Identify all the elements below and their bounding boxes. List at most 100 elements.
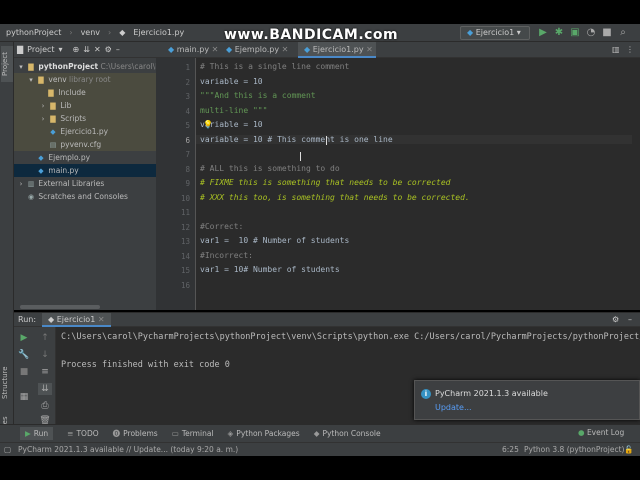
line-number: 6 xyxy=(185,135,190,145)
run-panel-label: Run: xyxy=(18,315,37,324)
run-icon: ▶ xyxy=(25,429,31,438)
run-icon[interactable]: ▶ xyxy=(537,27,549,39)
tool-tab-terminal[interactable]: ▭ Terminal xyxy=(172,429,214,438)
close-icon[interactable]: ✕ xyxy=(366,45,373,54)
rerun-icon[interactable]: ▶ xyxy=(17,332,31,344)
code-line: var1 = 10 # Number of students xyxy=(200,236,350,245)
recording-watermark: www.BANDICAM.com xyxy=(224,27,399,43)
close-icon[interactable]: ✕ xyxy=(282,45,289,54)
lock-icon[interactable]: 🔓 xyxy=(624,445,633,454)
tree-item-scripts[interactable]: › ▇ Scripts xyxy=(14,112,156,125)
close-icon[interactable]: ✕ xyxy=(94,45,101,54)
tab-ejemplo-py[interactable]: ◆ Ejemplo.py ✕ xyxy=(220,42,298,58)
tab-main-py[interactable]: ◆ main.py ✕ xyxy=(162,42,220,58)
structure-tool-tab[interactable]: Structure xyxy=(1,362,13,404)
gear-icon[interactable]: ⚙ xyxy=(612,315,619,324)
breadcrumb-folder[interactable]: venv xyxy=(81,28,100,37)
tree-item-label: Ejercicio1.py xyxy=(60,127,109,136)
arrow-up-icon[interactable]: ↑ xyxy=(38,332,52,344)
tree-item-pythonproject[interactable]: ▾ ▇ pythonProject C:\Users\carol\P xyxy=(14,60,156,73)
code-editor[interactable]: # This is a single line comment variable… xyxy=(196,58,640,310)
scrollbar-thumb[interactable] xyxy=(20,305,100,309)
locate-icon[interactable]: ⊕ xyxy=(73,45,80,54)
tree-item-ejemplo[interactable]: ◆ Ejemplo.py xyxy=(14,151,156,164)
info-icon: i xyxy=(421,389,431,399)
minimize-icon[interactable]: – xyxy=(116,45,120,54)
tab-ejercicio1-py[interactable]: ◆ Ejercicio1.py ✕ xyxy=(298,42,376,58)
line-number: 13 xyxy=(180,237,190,246)
tree-item-main[interactable]: ◆ main.py xyxy=(14,164,156,177)
tree-item-lib[interactable]: › ▇ Lib xyxy=(14,99,156,112)
terminal-icon: ▭ xyxy=(171,429,179,438)
close-icon[interactable]: ✕ xyxy=(98,315,105,324)
scroll-to-end-icon[interactable]: ⇊ xyxy=(38,383,52,395)
breadcrumb-file[interactable]: Ejercicio1.py xyxy=(133,28,184,37)
console-line: Process finished with exit code 0 xyxy=(61,360,230,370)
code-line: multi-line """ xyxy=(200,105,268,115)
editor-vertical-scrollbar[interactable] xyxy=(632,58,640,310)
caret-position[interactable]: 6:25 xyxy=(502,445,519,454)
tab-menu-icon[interactable]: ⋮ xyxy=(624,42,638,58)
line-number: 11 xyxy=(180,208,190,217)
arrow-down-icon[interactable]: ↓ xyxy=(38,349,52,361)
project-view-select[interactable]: Project xyxy=(27,45,54,54)
tree-item-venv[interactable]: ▾ ▇ venv library root xyxy=(14,73,156,86)
list-icon: ≡ xyxy=(67,429,74,438)
minimize-icon[interactable]: – xyxy=(628,315,632,324)
python-interpreter[interactable]: Python 3.8 (pythonProject) xyxy=(524,445,624,454)
line-number: 3 xyxy=(185,92,190,101)
breadcrumb-project[interactable]: pythonProject xyxy=(6,28,61,37)
reader-mode-icon[interactable]: ▥ xyxy=(610,42,624,58)
tree-item-include[interactable]: ▇ Include xyxy=(14,86,156,99)
print-icon[interactable]: ⎙ xyxy=(38,400,52,412)
gear-icon[interactable]: ⚙ xyxy=(105,45,112,54)
tool-tab-problems[interactable]: ⓿ Problems xyxy=(113,428,158,439)
collapse-all-icon[interactable]: ⇊ xyxy=(83,45,90,54)
notification-title: PyCharm 2021.1.3 available xyxy=(435,389,548,398)
run-configuration-select[interactable]: ◆ Ejercicio1 ▾ xyxy=(460,26,530,40)
code-line: variable = 10 xyxy=(200,76,263,86)
tool-window-bar: ▶ Run ≡ TODO ⓿ Problems ▭ Terminal ◈ Python P… xyxy=(0,424,640,442)
editor-gutter: 1 2 3 4 5 6 7 8 9 10 11 12 13 14 15 16 xyxy=(156,58,196,310)
tree-item-scratches[interactable]: ◉ Scratches and Consoles xyxy=(14,190,156,203)
problems-icon: ⓿ xyxy=(112,429,121,438)
tree-item-external-libraries[interactable]: › ▥ External Libraries xyxy=(14,177,156,190)
debug-icon[interactable]: ✱ xyxy=(553,27,565,39)
stop-icon[interactable]: ■ xyxy=(17,366,31,378)
code-line: #Correct: xyxy=(200,221,244,231)
code-line: # ALL this is something to do xyxy=(200,163,340,173)
project-tree: ▾ ▇ pythonProject C:\Users\carol\P ▾ ▇ ven… xyxy=(14,58,156,310)
soft-wrap-icon[interactable]: ≡ xyxy=(38,366,52,378)
code-line: var1 = 10# Number of students xyxy=(200,265,340,274)
coverage-icon[interactable]: ▣ xyxy=(569,27,581,39)
stop-icon[interactable]: ■ xyxy=(601,27,613,39)
close-icon[interactable]: ✕ xyxy=(212,45,219,54)
tool-tab-label: Terminal xyxy=(181,429,214,438)
tree-item-pyvenv-cfg[interactable]: ▤ pyvenv.cfg xyxy=(14,138,156,151)
project-tool-tab[interactable]: Project xyxy=(1,46,13,82)
update-link[interactable]: Update... xyxy=(435,403,472,412)
tree-item-ejercicio1[interactable]: ◆ Ejercicio1.py xyxy=(14,125,156,138)
line-number: 9 xyxy=(185,179,190,188)
tool-tab-run[interactable]: ▶ Run xyxy=(20,427,54,440)
event-log-button[interactable]: ● Event Log xyxy=(578,428,624,437)
tab-run-ejercicio1[interactable]: ◆ Ejercicio1 ✕ xyxy=(42,312,111,327)
profile-icon[interactable]: ◔ xyxy=(585,27,597,39)
tool-tab-todo[interactable]: ≡ TODO xyxy=(67,429,98,438)
wrench-icon[interactable]: 🔧 xyxy=(17,349,31,361)
line-number: 8 xyxy=(185,164,190,174)
code-line-current: variable = 10 # This comment is one line xyxy=(196,134,640,144)
tool-tab-label: Python Packages xyxy=(236,429,300,438)
tool-tab-python-console[interactable]: ◆ Python Console xyxy=(314,429,381,438)
line-number: 7 xyxy=(185,150,190,159)
code-line: # FIXME this is something that needs to … xyxy=(200,178,451,187)
status-message[interactable]: PyCharm 2021.1.3 available // Update... … xyxy=(18,445,238,454)
lightbulb-icon[interactable]: 💡 xyxy=(203,120,213,129)
update-notification[interactable]: i PyCharm 2021.1.3 available Update... xyxy=(414,380,640,420)
layout-icon[interactable]: ▦ xyxy=(17,391,31,403)
chevron-down-icon[interactable]: ▾ xyxy=(59,45,63,54)
status-panel-icon[interactable]: ▢ xyxy=(4,445,11,454)
tool-tab-python-packages[interactable]: ◈ Python Packages xyxy=(228,429,300,438)
search-icon[interactable]: ⌕ xyxy=(617,27,629,39)
tree-item-path: C:\Users\carol\P xyxy=(100,62,157,71)
